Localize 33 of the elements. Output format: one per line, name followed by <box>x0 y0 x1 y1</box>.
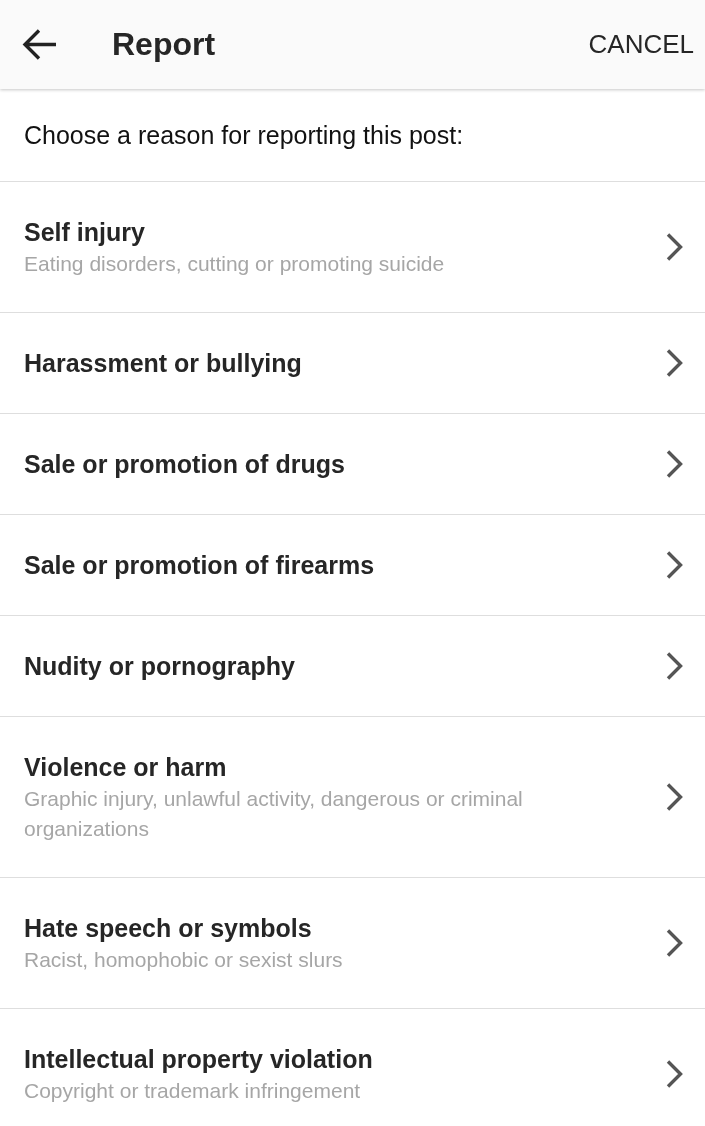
cancel-button[interactable]: CANCEL <box>588 29 694 60</box>
reason-title: Hate speech or symbols <box>24 913 313 944</box>
reason-description: Graphic injury, unlawful activity, dangerous or criminal organizations <box>24 786 524 842</box>
chevron-right-icon <box>666 929 683 957</box>
screen-title: Report <box>112 26 217 63</box>
chevron-right-icon <box>666 233 683 261</box>
chevron-right-icon <box>666 1060 683 1088</box>
reason-title: Harassment or bullying <box>24 348 303 379</box>
reason-list-item[interactable]: Hate speech or symbols Racist, homophobic or sexist slurs <box>0 878 705 1009</box>
reason-description: Racist, homophobic or sexist slurs <box>24 947 344 973</box>
reason-title: Nudity or pornography <box>24 651 296 682</box>
chevron-right-icon <box>666 450 683 478</box>
chevron-right-icon <box>666 652 683 680</box>
reason-description: Copyright or trademark infringement <box>24 1078 362 1104</box>
back-button[interactable] <box>22 29 56 60</box>
chevron-right-icon <box>666 783 683 811</box>
reason-list-item[interactable]: Sale or promotion of drugs <box>0 414 705 515</box>
reason-title: Violence or harm <box>24 752 228 783</box>
reason-title: Self injury <box>24 217 146 248</box>
reason-list-item[interactable]: Nudity or pornography <box>0 616 705 717</box>
prompt-text: Choose a reason for reporting this post: <box>24 120 464 150</box>
chevron-right-icon <box>666 349 683 377</box>
reason-description: Eating disorders, cutting or promoting suicide <box>24 251 446 277</box>
reason-list-item[interactable]: Intellectual property violation Copyright or trademark infringement <box>0 1009 705 1126</box>
reason-title: Intellectual property violation <box>24 1044 374 1075</box>
reason-list-item[interactable]: Sale or promotion of firearms <box>0 515 705 616</box>
reason-title: Sale or promotion of firearms <box>24 550 376 581</box>
reason-title: Sale or promotion of drugs <box>24 449 346 480</box>
reason-list-item[interactable]: Self injury Eating disorders, cutting or promoting suicide <box>0 182 705 313</box>
reason-list-item[interactable]: Violence or harm Graphic injury, unlawful activity, dangerous or criminal organizations <box>0 717 705 878</box>
chevron-right-icon <box>666 551 683 579</box>
arrow-left-icon <box>22 29 56 60</box>
reason-list-item[interactable]: Harassment or bullying <box>0 313 705 414</box>
